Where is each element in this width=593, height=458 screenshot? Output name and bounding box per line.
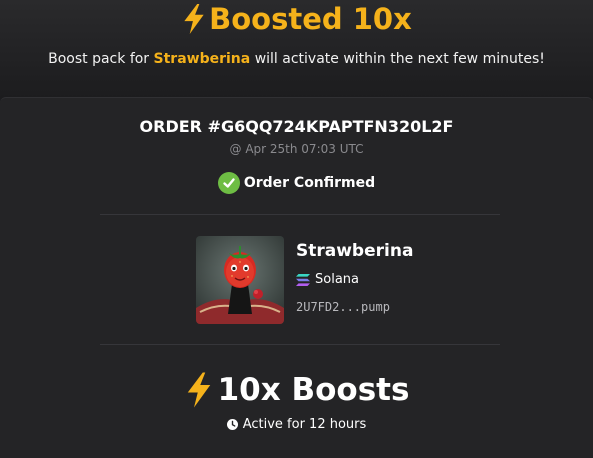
order-status: Order Confirmed — [0, 172, 593, 194]
boost-count: 10x Boosts — [0, 369, 593, 411]
order-timestamp: @ Apr 25th 07:03 UTC — [229, 142, 364, 156]
order-id: ORDER #G6QQ724KPAPTFN320L2F — [139, 117, 454, 136]
chain-label: Solana — [296, 272, 359, 287]
active-duration-label: Active for 12 hours — [242, 417, 367, 432]
token-address[interactable]: 2U7FD2...pump — [296, 300, 390, 314]
lightning-icon — [184, 4, 204, 34]
token-name: Strawberina — [296, 241, 414, 261]
divider — [100, 214, 500, 215]
chain-name: Solana — [315, 272, 359, 287]
order-status-label: Order Confirmed — [243, 175, 376, 191]
subtitle-token-name: Strawberina — [153, 51, 251, 67]
divider — [100, 344, 500, 345]
subtitle-prefix: Boost pack for — [48, 51, 150, 67]
solana-icon — [296, 273, 310, 286]
check-circle-icon — [217, 172, 240, 194]
boost-count-label: 10x Boosts — [217, 372, 410, 408]
lightning-icon — [187, 372, 210, 408]
token-avatar — [196, 236, 284, 324]
page-title-text: Boosted 10x — [209, 2, 412, 36]
activation-message: Boost pack for Strawberina will activate… — [0, 51, 593, 67]
active-duration: Active for 12 hours — [0, 417, 593, 432]
page-title: Boosted 10x — [0, 0, 593, 38]
clock-icon — [226, 419, 238, 430]
subtitle-suffix: will activate within the next few minute… — [254, 51, 545, 67]
